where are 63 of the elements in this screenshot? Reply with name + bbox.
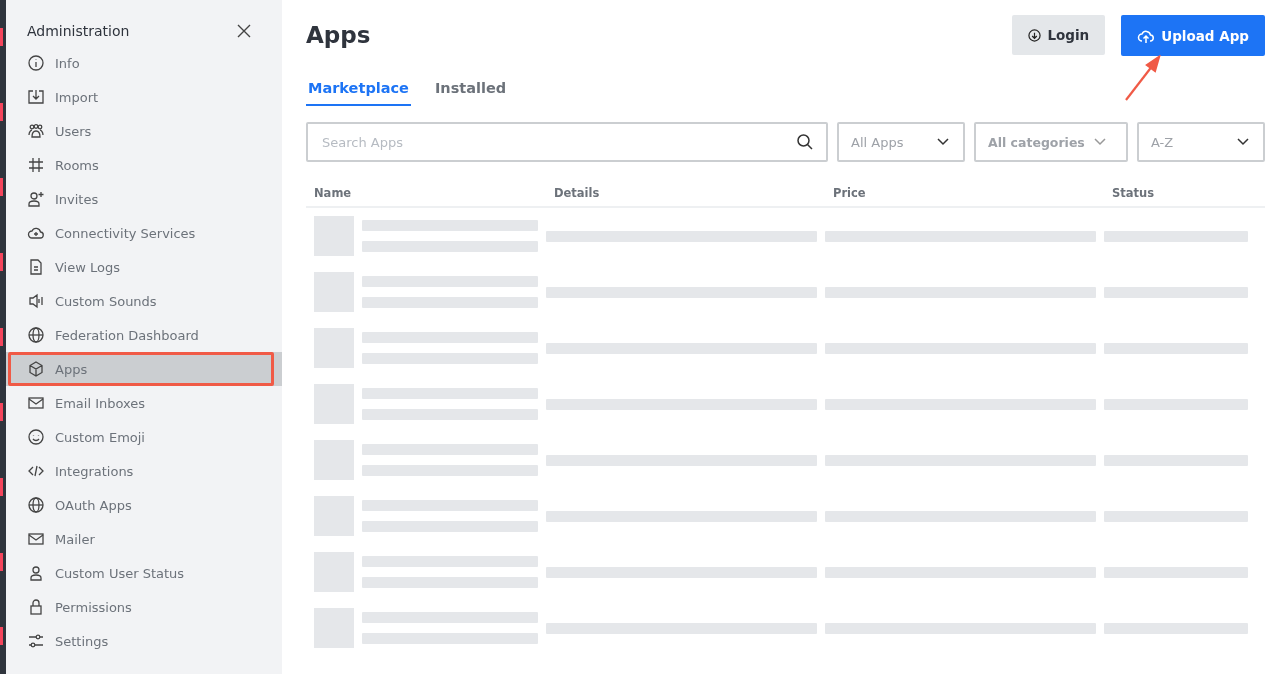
chevron-down-icon (937, 138, 949, 146)
upload-button[interactable]: Upload App (1121, 15, 1265, 56)
filter-dropdown[interactable]: All categories (974, 122, 1128, 162)
skeleton-image (314, 552, 354, 592)
users-icon (27, 122, 45, 140)
skeleton-image (314, 496, 354, 536)
filter-dropdown[interactable]: All Apps (837, 122, 965, 162)
skeleton-image (314, 440, 354, 480)
chevron-down-icon (1237, 138, 1249, 146)
import-icon (27, 88, 45, 106)
user-icon (27, 564, 45, 582)
sidebar-item[interactable]: Mailer (6, 522, 282, 556)
sidebar-item[interactable]: Connectivity Services (6, 216, 282, 250)
mail-icon (27, 530, 45, 548)
sidebar-item[interactable]: Federation Dashboard (6, 318, 282, 352)
sidebar-item[interactable]: Settings (6, 624, 282, 658)
lock-icon (27, 598, 45, 616)
column-header: Details (554, 186, 601, 200)
search-field[interactable]: Search Apps (306, 122, 828, 162)
skeleton-image (314, 272, 354, 312)
sidebar-item[interactable]: OAuth Apps (6, 488, 282, 522)
sidebar-item[interactable]: Info (6, 46, 282, 80)
column-header: Name (313, 186, 353, 200)
sound-icon (27, 292, 45, 310)
annotation-arrow (1123, 55, 1164, 103)
sidebar-item[interactable]: Email Inboxes (6, 386, 282, 420)
sidebar-item[interactable]: Custom Emoji (6, 420, 282, 454)
sidebar-item[interactable]: Integrations (6, 454, 282, 488)
sidebar-title: Administration (27, 23, 130, 39)
chevron-down-icon (1094, 138, 1106, 146)
sidebar-item[interactable]: Users (6, 114, 282, 148)
column-header: Status (1112, 186, 1156, 200)
filter-dropdown[interactable]: A-Z (1137, 122, 1265, 162)
login-button[interactable]: Login (1012, 15, 1106, 55)
sidebar-item[interactable]: Rooms (6, 148, 282, 182)
tab[interactable]: Installed (432, 80, 509, 106)
sidebar-item[interactable]: Permissions (6, 590, 282, 624)
sliders-icon (27, 632, 45, 650)
info-icon (27, 54, 45, 72)
skeleton-image (314, 384, 354, 424)
search-icon (796, 133, 814, 151)
sidebar-item[interactable]: Invites (6, 182, 282, 216)
sidebar-item[interactable]: Import (6, 80, 282, 114)
skeleton-image (314, 328, 354, 368)
page-title: Apps (306, 22, 371, 48)
sidebar-item[interactable]: Custom User Status (6, 556, 282, 590)
download-icon (1028, 28, 1042, 42)
globe-icon (27, 496, 45, 514)
smile-icon (27, 428, 45, 446)
skeleton-image (314, 216, 354, 256)
close-icon[interactable] (236, 23, 252, 39)
sidebar-item[interactable]: View Logs (6, 250, 282, 284)
globe-icon (27, 326, 45, 344)
cube-icon (27, 360, 45, 378)
skeleton-image (314, 608, 354, 648)
column-header: Price (833, 186, 867, 200)
tab[interactable]: Marketplace (306, 80, 411, 106)
invite-icon (27, 190, 45, 208)
file-icon (27, 258, 45, 276)
hash-icon (27, 156, 45, 174)
sidebar-item[interactable]: Apps (6, 352, 282, 386)
mail-icon (27, 394, 45, 412)
sidebar-item[interactable]: Custom Sounds (6, 284, 282, 318)
